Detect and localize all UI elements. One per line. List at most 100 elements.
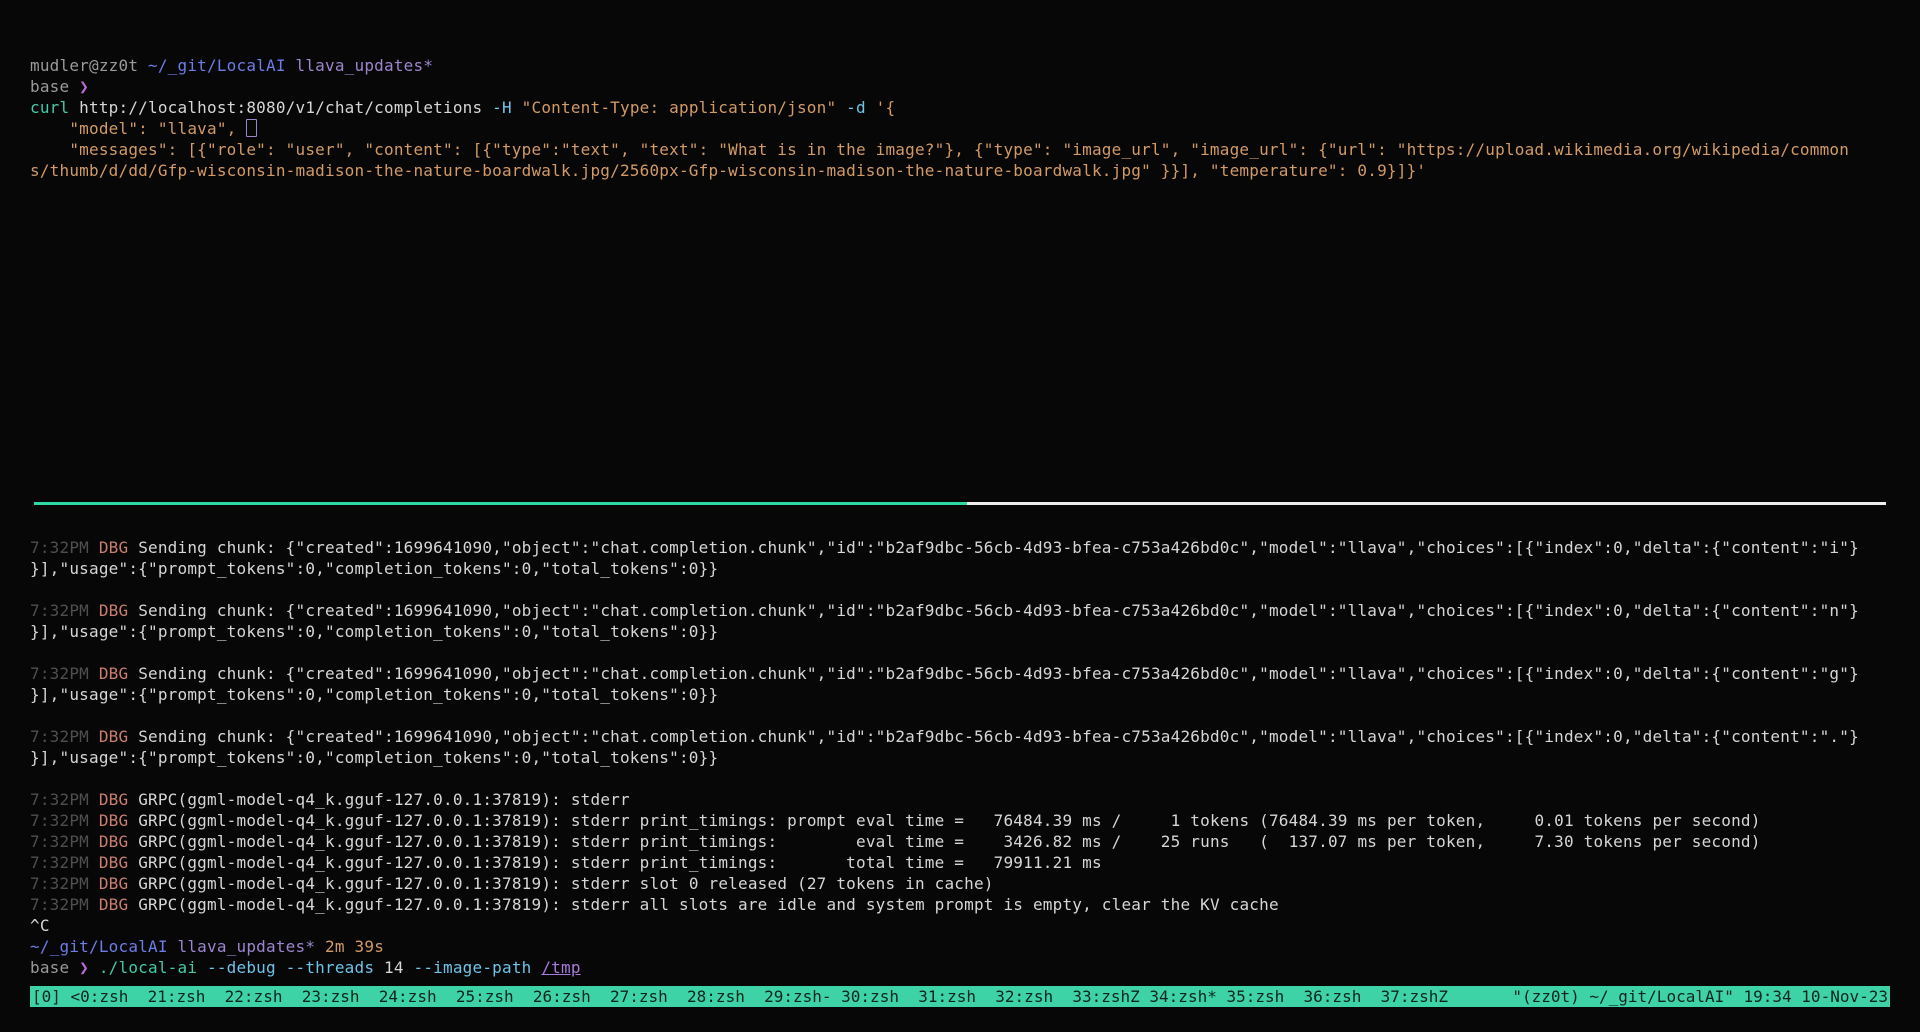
terminal-text-segment: GRPC(ggml-model-q4_k.gguf-127.0.0.1:3781… <box>138 895 1279 914</box>
blank-line <box>30 705 1910 726</box>
grpc-slot-released-line: 7:32PM DBG GRPC(ggml-model-q4_k.gguf-127… <box>30 873 1910 894</box>
terminal-text-segment: DBG <box>99 727 138 746</box>
terminal-text-segment <box>315 937 325 956</box>
debug-log-chunk-1-wrap: }],"usage":{"prompt_tokens":0,"completio… <box>30 558 1910 579</box>
terminal-text-segment: GRPC(ggml-model-q4_k.gguf-127.0.0.1:3781… <box>138 874 993 893</box>
terminal-text-segment: 7:32PM <box>30 832 99 851</box>
terminal-text-segment: mudler@zz0t <box>30 56 148 75</box>
terminal-text-segment: DBG <box>99 895 138 914</box>
pane-divider-active-segment <box>34 502 967 505</box>
terminal-text-segment: ^C <box>30 916 50 935</box>
terminal-text-segment: 7:32PM <box>30 538 99 557</box>
terminal-text-segment: GRPC(ggml-model-q4_k.gguf-127.0.0.1:3781… <box>138 811 1760 830</box>
terminal-text-segment: Sending chunk: {"created":1699641090,"ob… <box>138 601 1859 620</box>
grpc-slots-idle-line: 7:32PM DBG GRPC(ggml-model-q4_k.gguf-127… <box>30 894 1910 915</box>
debug-log-chunk-1: 7:32PM DBG Sending chunk: {"created":169… <box>30 537 1910 558</box>
terminal-text-segment: 7:32PM <box>30 664 99 683</box>
terminal-text-segment: llava_updates* <box>296 56 434 75</box>
terminal-text-segment: "messages": [{"role": "user", "content":… <box>30 140 1849 159</box>
terminal-text-segment: }],"usage":{"prompt_tokens":0,"completio… <box>30 559 718 578</box>
debug-log-chunk-4-wrap: }],"usage":{"prompt_tokens":0,"completio… <box>30 747 1910 768</box>
curl-json-messages-line: "messages": [{"role": "user", "content":… <box>30 139 1910 160</box>
terminal-text-segment: "model": "llava", <box>30 119 246 138</box>
tmux-status-bar: [0] <0:zsh 21:zsh 22:zsh 23:zsh 24:zsh 2… <box>30 986 1890 1007</box>
terminal-text-segment: --threads <box>286 958 384 977</box>
debug-log-chunk-2-wrap: }],"usage":{"prompt_tokens":0,"completio… <box>30 621 1910 642</box>
terminal-text-segment: DBG <box>99 601 138 620</box>
terminal-text-segment: 7:32PM <box>30 790 99 809</box>
terminal-text-segment: DBG <box>99 853 138 872</box>
terminal-text-segment: DBG <box>99 790 138 809</box>
blank-line <box>30 642 1910 663</box>
curl-command-line: curl http://localhost:8080/v1/chat/compl… <box>30 97 1910 118</box>
terminal-text-segment: 2m 39s <box>325 937 384 956</box>
terminal-text-segment: s/thumb/d/dd/Gfp-wisconsin-madison-the-n… <box>30 161 1426 180</box>
terminal-text-segment: }],"usage":{"prompt_tokens":0,"completio… <box>30 748 718 767</box>
debug-log-chunk-4: 7:32PM DBG Sending chunk: {"created":169… <box>30 726 1910 747</box>
debug-log-chunk-3-wrap: }],"usage":{"prompt_tokens":0,"completio… <box>30 684 1910 705</box>
terminal-text-segment: DBG <box>99 538 138 557</box>
terminal-text-segment <box>168 937 178 956</box>
grpc-stderr-line: 7:32PM DBG GRPC(ggml-model-q4_k.gguf-127… <box>30 789 1910 810</box>
terminal-text-segment: Sending chunk: {"created":1699641090,"ob… <box>138 538 1859 557</box>
terminal-text-segment: 7:32PM <box>30 895 99 914</box>
terminal-text-segment: DBG <box>99 832 138 851</box>
terminal-text-segment: ~/_git/LocalAI <box>30 937 168 956</box>
terminal-text-segment: http://localhost:8080/v1/chat/completion… <box>79 98 492 117</box>
terminal-text-segment: Sending chunk: {"created":1699641090,"ob… <box>138 664 1859 683</box>
terminal-text-segment: -H <box>492 98 522 117</box>
terminal-text-segment: /tmp <box>541 958 580 977</box>
curl-json-model-line: "model": "llava", <box>30 118 1910 139</box>
terminal-text-segment: ❯ <box>79 958 99 977</box>
terminal-text-segment: base <box>30 77 79 96</box>
grpc-total-time-line: 7:32PM DBG GRPC(ggml-model-q4_k.gguf-127… <box>30 852 1910 873</box>
terminal-text-segment: base <box>30 958 79 977</box>
blank-line <box>30 768 1910 789</box>
terminal-text-segment: GRPC(ggml-model-q4_k.gguf-127.0.0.1:3781… <box>138 832 1760 851</box>
terminal-text-segment: ~/_git/LocalAI <box>148 56 286 75</box>
terminal-window: mudler@zz0t ~/_git/LocalAI llava_updates… <box>0 0 1920 1032</box>
terminal-text-segment <box>286 56 296 75</box>
sigint-line: ^C <box>30 915 1910 936</box>
terminal-text-segment: 7:32PM <box>30 811 99 830</box>
terminal-text-segment: DBG <box>99 874 138 893</box>
terminal-text-segment: 7:32PM <box>30 853 99 872</box>
terminal-text-segment: ❯ <box>79 77 89 96</box>
terminal-text-segment: 7:32PM <box>30 601 99 620</box>
terminal-text-segment: 7:32PM <box>30 727 99 746</box>
terminal-text-segment: }],"usage":{"prompt_tokens":0,"completio… <box>30 622 718 641</box>
terminal-text-segment: --debug <box>207 958 286 977</box>
blank-line <box>30 579 1910 600</box>
top-pane[interactable]: mudler@zz0t ~/_git/LocalAI llava_updates… <box>30 55 1910 181</box>
terminal-text-segment: llava_updates* <box>178 937 316 956</box>
curl-json-messages-wrap-line: s/thumb/d/dd/Gfp-wisconsin-madison-the-n… <box>30 160 1910 181</box>
terminal-text-segment: "Content-Type: application/json" <box>522 98 846 117</box>
terminal-text-segment: 14 <box>384 958 414 977</box>
debug-log-chunk-3: 7:32PM DBG Sending chunk: {"created":169… <box>30 663 1910 684</box>
grpc-prompt-eval-time-line: 7:32PM DBG GRPC(ggml-model-q4_k.gguf-127… <box>30 810 1910 831</box>
terminal-text-segment: --image-path <box>414 958 542 977</box>
shell-prompt-context: ~/_git/LocalAI llava_updates* 2m 39s <box>30 936 1910 957</box>
pane-divider-inactive-segment <box>967 502 1886 505</box>
terminal-text-segment: DBG <box>99 811 138 830</box>
terminal-text-segment: }],"usage":{"prompt_tokens":0,"completio… <box>30 685 718 704</box>
terminal-text-segment: Sending chunk: {"created":1699641090,"ob… <box>138 727 1859 746</box>
terminal-text-segment: ./local-ai <box>99 958 207 977</box>
local-ai-command-line: base ❯ ./local-ai --debug --threads 14 -… <box>30 957 1910 978</box>
terminal-text-segment: '{ <box>876 98 896 117</box>
shell-prompt-context: mudler@zz0t ~/_git/LocalAI llava_updates… <box>30 55 1910 76</box>
tmux-window-list[interactable]: [0] <0:zsh 21:zsh 22:zsh 23:zsh 24:zsh 2… <box>32 986 1448 1007</box>
terminal-text-segment: curl <box>30 98 79 117</box>
pane-divider[interactable] <box>34 502 1886 505</box>
terminal-text-segment: GRPC(ggml-model-q4_k.gguf-127.0.0.1:3781… <box>138 853 1102 872</box>
debug-log-chunk-2: 7:32PM DBG Sending chunk: {"created":169… <box>30 600 1910 621</box>
terminal-text-segment: GRPC(ggml-model-q4_k.gguf-127.0.0.1:3781… <box>138 790 630 809</box>
tmux-session-info: "(zz0t) ~/_git/LocalAI" 19:34 10-Nov-23 <box>1512 986 1888 1007</box>
terminal-text-segment: 7:32PM <box>30 874 99 893</box>
shell-prompt-input: base ❯ <box>30 76 1910 97</box>
grpc-eval-time-line: 7:32PM DBG GRPC(ggml-model-q4_k.gguf-127… <box>30 831 1910 852</box>
text-cursor <box>246 119 257 137</box>
terminal-text-segment: DBG <box>99 664 138 683</box>
bottom-pane[interactable]: 7:32PM DBG Sending chunk: {"created":169… <box>30 537 1910 978</box>
terminal-text-segment: -d <box>846 98 876 117</box>
